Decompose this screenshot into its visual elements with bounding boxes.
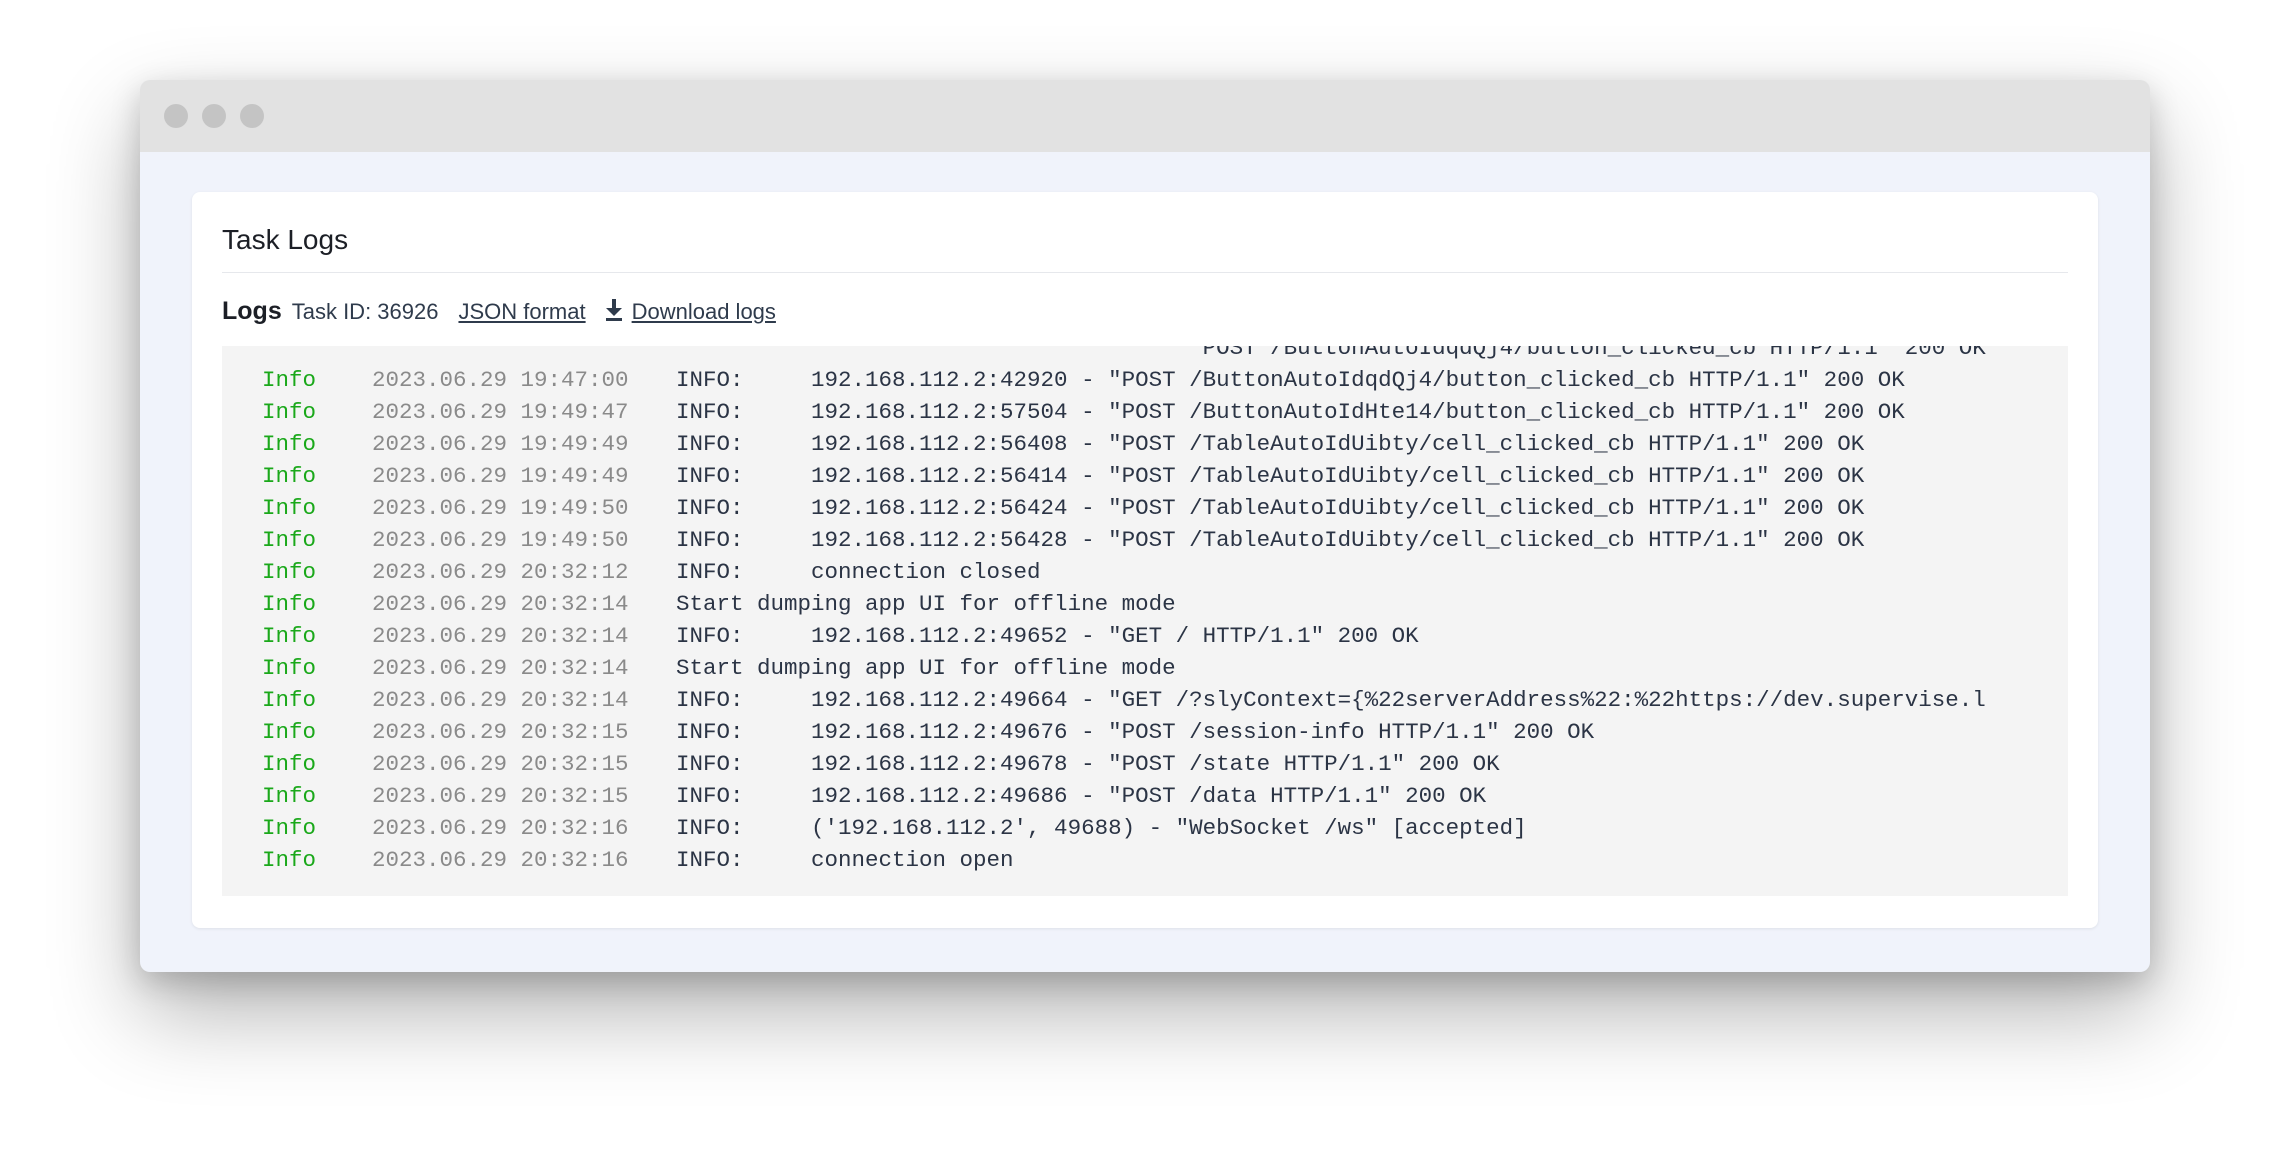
log-message: INFO: 192.168.112.2:42920 - "POST /Butto… (676, 367, 1905, 393)
logs-label: Logs (222, 297, 282, 325)
log-message: INFO: 192.168.112.2:56428 - "POST /Table… (676, 527, 1865, 553)
log-message: INFO: 192.168.112.2:56424 - "POST /Table… (676, 495, 1865, 521)
log-level: Info (262, 719, 317, 745)
log-message: Start dumping app UI for offline mode (676, 591, 1176, 617)
log-timestamp: 2023.06.29 19:49:50 (372, 495, 629, 521)
log-timestamp: 2023.06.29 20:32:14 (372, 687, 629, 713)
log-message: INFO: ('192.168.112.2', 49688) - "WebSoc… (676, 815, 1527, 841)
log-timestamp: 2023.06.29 20:32:15 (372, 783, 629, 809)
log-message: INFO: 192.168.112.2:49652 - "GET / HTTP/… (676, 623, 1419, 649)
log-row: Info 2023.06.29 20:32:14 Start dumping app… (222, 588, 2068, 620)
log-row: Info 2023.06.29 19:49:47 INFO: 192.168.112… (222, 396, 2068, 428)
log-row: Info 2023.06.29 20:32:15 INFO: 192.168.112… (222, 780, 2068, 812)
log-row: Info 2023.06.29 20:32:15 INFO: 192.168.112… (222, 748, 2068, 780)
browser-window: Task Logs Logs Task ID: 36926 JSON forma… (140, 80, 2150, 972)
log-timestamp: 2023.06.29 19:49:49 (372, 431, 629, 457)
log-level: Info (262, 495, 317, 521)
log-row: Info 2023.06.29 20:32:12 INFO: connection … (222, 556, 2068, 588)
log-level: Info (262, 623, 317, 649)
log-row: Info 2023.06.29 20:32:16 INFO: connection … (222, 844, 2068, 876)
log-level: Info (262, 815, 317, 841)
log-level: Info (262, 367, 317, 393)
task-id: Task ID: 36926 (291, 299, 439, 324)
log-message: INFO: 192.168.112.2:49676 - "POST /sessi… (676, 719, 1595, 745)
log-level: Info (262, 463, 317, 489)
log-timestamp: 2023.06.29 20:32:12 (372, 559, 629, 585)
log-message: INFO: connection open (676, 847, 1014, 873)
download-logs-label: Download logs (631, 299, 776, 324)
log-timestamp: 2023.06.29 20:32:15 (372, 719, 629, 745)
log-row: "POST /ButtonAutoIdqdQj4/button_clicked_… (222, 346, 2068, 364)
window-minimize-dot[interactable] (202, 104, 226, 128)
log-row: Info 2023.06.29 19:49:50 INFO: 192.168.112… (222, 524, 2068, 556)
window-close-dot[interactable] (164, 104, 188, 128)
log-message: INFO: 192.168.112.2:49686 - "POST /data … (676, 783, 1487, 809)
log-timestamp: 2023.06.29 19:49:50 (372, 527, 629, 553)
task-logs-card: Task Logs Logs Task ID: 36926 JSON forma… (192, 192, 2098, 928)
log-level: Info (262, 847, 317, 873)
window-maximize-dot[interactable] (240, 104, 264, 128)
log-level: Info (262, 527, 317, 553)
download-logs-link[interactable]: Download logs (604, 295, 776, 325)
log-timestamp: 2023.06.29 20:32:14 (372, 655, 629, 681)
log-level (222, 346, 372, 364)
log-timestamp: 2023.06.29 20:32:15 (372, 751, 629, 777)
logs-header: Logs Task ID: 36926 JSON format Download… (222, 295, 2068, 331)
log-message: "POST /ButtonAutoIdqdQj4/button_clicked_… (676, 346, 1986, 361)
log-row: Info 2023.06.29 20:32:14 Start dumping app… (222, 652, 2068, 684)
log-level: Info (262, 783, 317, 809)
card-title: Task Logs (222, 192, 2068, 273)
log-row: Info 2023.06.29 19:49:49 INFO: 192.168.112… (222, 428, 2068, 460)
log-timestamp: 2023.06.29 20:32:16 (372, 815, 629, 841)
log-row: Info 2023.06.29 20:32:14 INFO: 192.168.112… (222, 684, 2068, 716)
log-message: INFO: 192.168.112.2:57504 - "POST /Butto… (676, 399, 1905, 425)
log-level: Info (262, 687, 317, 713)
log-timestamp: 2023.06.29 19:49:49 (372, 463, 629, 489)
log-row: Info 2023.06.29 20:32:15 INFO: 192.168.112… (222, 716, 2068, 748)
log-timestamp: 2023.06.29 20:32:16 (372, 847, 629, 873)
log-message: Start dumping app UI for offline mode (676, 655, 1176, 681)
log-list: "POST /ButtonAutoIdqdQj4/button_clicked_… (222, 346, 2068, 876)
log-timestamp: 2023.06.29 20:32:14 (372, 623, 629, 649)
log-level: Info (262, 591, 317, 617)
log-level: Info (262, 399, 317, 425)
log-timestamp: 2023.06.29 19:49:47 (372, 399, 629, 425)
json-format-link[interactable]: JSON format (458, 299, 585, 325)
log-row: Info 2023.06.29 19:49:50 INFO: 192.168.112… (222, 492, 2068, 524)
window-titlebar (140, 80, 2150, 152)
log-row: Info 2023.06.29 20:32:16 INFO: ('192.168.1… (222, 812, 2068, 844)
log-message: INFO: 192.168.112.2:49678 - "POST /state… (676, 751, 1500, 777)
log-viewer[interactable]: "POST /ButtonAutoIdqdQj4/button_clicked_… (222, 346, 2068, 896)
log-row: Info 2023.06.29 19:47:00 INFO: 192.168.112… (222, 364, 2068, 396)
download-icon (604, 297, 624, 326)
log-level: Info (262, 751, 317, 777)
log-row: Info 2023.06.29 20:32:14 INFO: 192.168.112… (222, 620, 2068, 652)
log-timestamp: 2023.06.29 20:32:14 (372, 591, 629, 617)
log-level: Info (262, 655, 317, 681)
log-timestamp (372, 346, 676, 364)
log-message: INFO: 192.168.112.2:56408 - "POST /Table… (676, 431, 1865, 457)
log-level: Info (262, 431, 317, 457)
log-row: Info 2023.06.29 19:49:49 INFO: 192.168.112… (222, 460, 2068, 492)
log-message: INFO: 192.168.112.2:56414 - "POST /Table… (676, 463, 1865, 489)
log-timestamp: 2023.06.29 19:47:00 (372, 367, 629, 393)
log-message: INFO: connection closed (676, 559, 1041, 585)
log-message: INFO: 192.168.112.2:49664 - "GET /?slyCo… (676, 687, 1986, 713)
log-level: Info (262, 559, 317, 585)
